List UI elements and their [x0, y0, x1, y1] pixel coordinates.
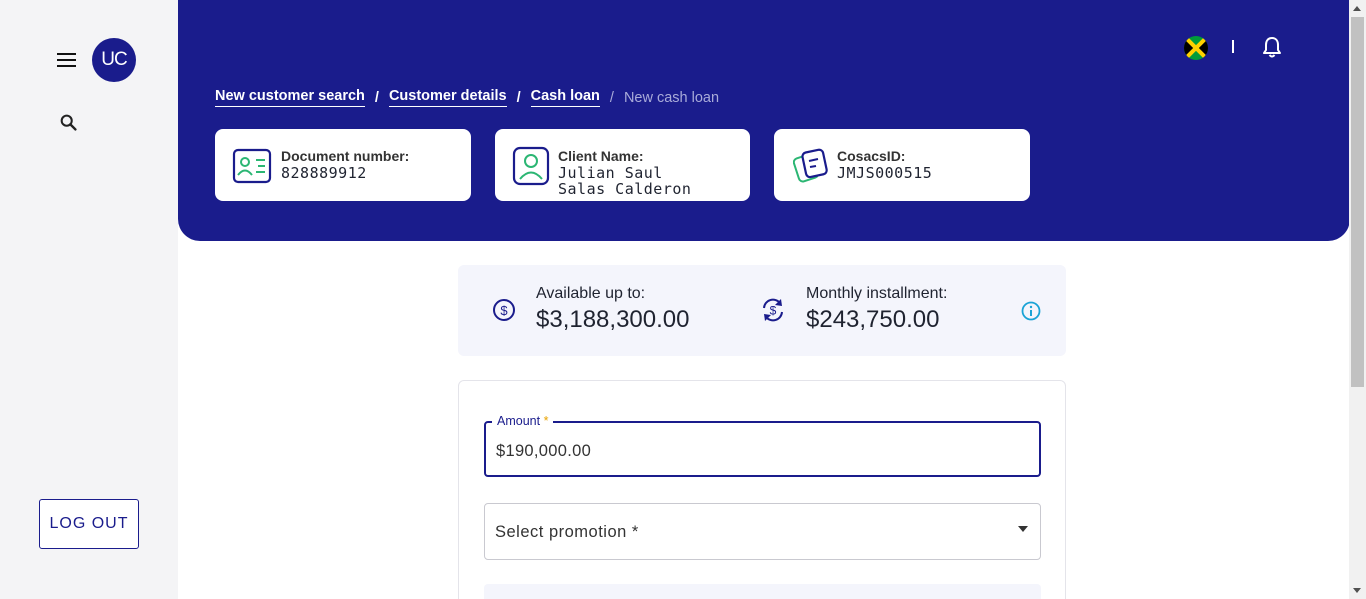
cosacs-id-value: JMJS000515 — [837, 164, 933, 182]
amount-value: $190,000.00 — [496, 442, 592, 460]
client-name-label: Client Name: — [558, 148, 644, 164]
documents-icon — [792, 146, 828, 186]
jamaica-flag-icon[interactable] — [1184, 36, 1208, 60]
info-icon[interactable] — [1021, 301, 1041, 321]
avatar-initials: UC — [101, 49, 127, 70]
breadcrumb-separator: / — [374, 89, 379, 106]
search-icon[interactable] — [58, 112, 80, 134]
id-card-icon — [232, 146, 272, 186]
logout-button[interactable]: LOG OUT — [39, 499, 139, 549]
loan-summary-panel: $ Available up to: $3,188,300.00 $ Month… — [458, 265, 1066, 356]
amount-input[interactable]: Amount * $190,000.00 — [484, 414, 1041, 477]
menu-icon[interactable] — [55, 50, 79, 70]
available-value: $3,188,300.00 — [536, 306, 690, 333]
dropdown-arrow-icon — [1018, 526, 1028, 532]
breadcrumb-customer-details[interactable]: Customer details — [388, 88, 507, 107]
header-divider — [1232, 40, 1234, 53]
svg-text:$: $ — [770, 304, 777, 318]
scrollbar-thumb[interactable] — [1351, 17, 1364, 387]
loan-form-card: Amount * $190,000.00 Select promotion * — [458, 380, 1066, 599]
cosacs-id-label: CosacsID: — [837, 148, 906, 164]
user-profile-icon — [512, 146, 550, 186]
notification-bell-icon[interactable] — [1262, 36, 1282, 58]
available-label: Available up to: — [536, 285, 646, 302]
breadcrumb-separator: / — [516, 89, 521, 106]
installment-value: $243,750.00 — [806, 306, 940, 333]
scroll-up-arrow-icon[interactable] — [1353, 6, 1361, 11]
scrollbar[interactable] — [1349, 0, 1366, 599]
header-banner — [178, 0, 1350, 241]
breadcrumb-separator: / — [609, 89, 614, 106]
document-number-card: Document number: 828889912 — [215, 129, 471, 201]
breadcrumb-new-customer-search[interactable]: New customer search — [215, 88, 365, 107]
promotion-placeholder: Select promotion * — [495, 523, 639, 541]
promotion-select[interactable]: Select promotion * — [484, 503, 1041, 560]
currency-exchange-icon: $ — [760, 297, 786, 323]
svg-text:$: $ — [500, 303, 508, 318]
scroll-down-arrow-icon[interactable] — [1353, 588, 1361, 593]
next-field — [484, 584, 1041, 599]
cosacs-id-card: CosacsID: JMJS000515 — [774, 129, 1030, 201]
dollar-coin-icon: $ — [491, 297, 517, 323]
sidebar: UC LOG OUT — [0, 0, 178, 599]
breadcrumb-current: New cash loan — [623, 89, 720, 106]
breadcrumb: New customer search / Customer details /… — [215, 88, 719, 107]
breadcrumb-cash-loan[interactable]: Cash loan — [530, 88, 600, 107]
amount-label: Amount * — [492, 414, 554, 428]
required-mark: * — [543, 414, 549, 428]
installment-label: Monthly installment: — [806, 285, 948, 302]
client-name-value: Julian Saul Salas Calderon — [558, 164, 692, 198]
document-number-value: 828889912 — [281, 164, 367, 182]
client-name-card: Client Name: Julian Saul Salas Calderon — [495, 129, 750, 201]
avatar[interactable]: UC — [92, 38, 136, 82]
document-number-label: Document number: — [281, 148, 410, 164]
